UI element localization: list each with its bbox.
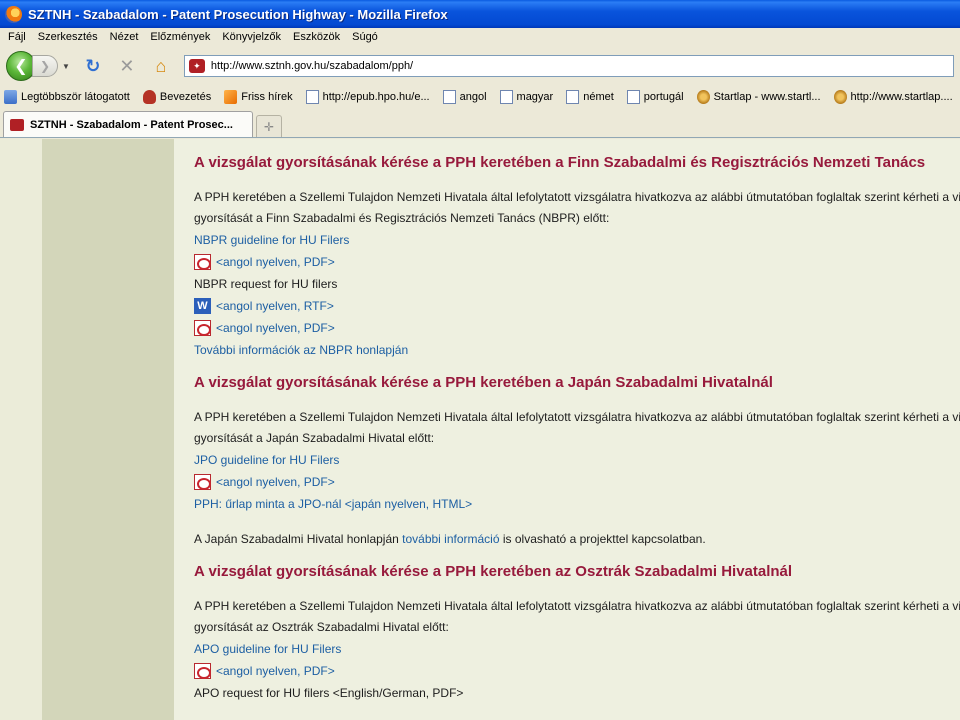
jpo-form-link[interactable]: PPH: űrlap minta a JPO-nál <japán nyelve… [194, 497, 472, 511]
bookmark-item[interactable]: Legtöbbször látogatott [0, 90, 130, 104]
main-article: A vizsgálat gyorsításának kérése a PPH k… [194, 153, 960, 704]
bookmark-item[interactable]: Startlap - www.startl... [693, 90, 821, 104]
arrow-left-icon: ❮ [14, 58, 28, 75]
navigation-toolbar: ❮ ❯ ▼ ↻ ✕ ⌂ ✦ http://www.sztnh.gov.hu/sz… [0, 46, 960, 86]
bookmark-label: magyar [516, 91, 554, 103]
stop-icon: ✕ [119, 55, 135, 76]
window-title: SZTNH - Szabadalom - Patent Prosecution … [28, 6, 448, 22]
left-sidebar-column [42, 139, 174, 720]
jpo-info-link[interactable]: további információ [402, 532, 499, 546]
page-icon [566, 90, 580, 104]
tab-label: SZTNH - Szabadalom - Patent Prosec... [30, 118, 233, 131]
reload-button[interactable]: ↻ [79, 54, 107, 78]
bookmark-item[interactable]: német [562, 90, 614, 104]
rss-icon [224, 90, 238, 104]
page-icon [442, 90, 456, 104]
bookmark-item[interactable]: Bevezetés [139, 90, 211, 104]
page-icon [626, 90, 640, 104]
bookmark-label: Legtöbbször látogatott [21, 91, 130, 103]
history-dropdown-icon[interactable]: ▼ [62, 62, 70, 71]
plus-icon: ✛ [263, 119, 275, 134]
pdf-link[interactable]: <angol nyelven, PDF> [216, 475, 335, 489]
lion-icon [696, 90, 710, 104]
bookmark-label: Friss hírek [241, 91, 293, 103]
pdf-link[interactable]: <angol nyelven, PDF> [216, 664, 335, 678]
firefox-logo-icon [5, 5, 22, 23]
pdf-link[interactable]: <angol nyelven, PDF> [216, 321, 335, 335]
pdf-icon [194, 320, 211, 336]
bookmark-label: http://www.startlap.... [850, 91, 953, 103]
pdf-icon [194, 474, 211, 490]
page-content: A vizsgálat gyorsításának kérése a PPH k… [0, 139, 960, 720]
site-favicon-icon: ✦ [188, 59, 205, 73]
forward-button[interactable]: ❯ [32, 55, 58, 77]
word-document-icon: W [194, 298, 211, 314]
paragraph-text: gyorsítását az Osztrák Szabadalmi Hivata… [194, 620, 449, 634]
bookmark-label: http://epub.hpo.hu/e... [322, 91, 430, 103]
bookmark-item[interactable]: portugál [623, 90, 684, 104]
bookmark-label: Startlap - www.startl... [713, 91, 821, 103]
bookmark-label: német [583, 91, 614, 103]
section-heading-japan: A vizsgálat gyorsításának kérése a PPH k… [194, 374, 773, 391]
menu-file[interactable]: Fájl [2, 31, 32, 43]
bookmark-item[interactable]: Friss hírek [220, 90, 293, 104]
rtf-link[interactable]: <angol nyelven, RTF> [216, 299, 334, 313]
jpo-guideline-link[interactable]: JPO guideline for HU Filers [194, 453, 339, 467]
tab-strip: SZTNH - Szabadalom - Patent Prosec... ✛ [0, 108, 960, 138]
new-tab-button[interactable]: ✛ [256, 115, 282, 137]
menu-history[interactable]: Előzmények [144, 31, 216, 43]
paragraph-text: gyorsítását a Japán Szabadalmi Hivatal e… [194, 431, 435, 445]
bookmark-label: Bevezetés [159, 91, 212, 103]
page-left-margin [0, 139, 42, 720]
menu-help[interactable]: Súgó [346, 31, 384, 43]
bookmarks-toolbar: Legtöbbször látogatott Bevezetés Friss h… [0, 86, 960, 108]
page-icon [305, 90, 319, 104]
menu-tools[interactable]: Eszközök [287, 31, 346, 43]
page-icon [499, 90, 513, 104]
section-heading-austria: A vizsgálat gyorsításának kérése a PPH k… [194, 563, 793, 580]
window-titlebar: SZTNH - Szabadalom - Patent Prosecution … [0, 0, 960, 28]
stop-button[interactable]: ✕ [113, 54, 141, 78]
pdf-link[interactable]: <angol nyelven, PDF> [216, 255, 335, 269]
menu-bookmarks[interactable]: Könyvjelzők [216, 31, 287, 43]
folder-icon [4, 90, 17, 104]
info-text: A Japán Szabadalmi Hivatal honlapján [194, 532, 403, 546]
nbpr-guideline-link[interactable]: NBPR guideline for HU Filers [194, 233, 349, 247]
red-icon [142, 90, 156, 104]
url-text: http://www.sztnh.gov.hu/szabadalom/pph/ [210, 60, 414, 72]
reload-icon: ↻ [85, 55, 101, 76]
section-heading-finn: A vizsgálat gyorsításának kérése a PPH k… [194, 154, 926, 171]
paragraph-text: gyorsítását a Finn Szabadalmi és Regiszt… [194, 211, 610, 225]
tab-active[interactable]: SZTNH - Szabadalom - Patent Prosec... [3, 111, 253, 137]
menu-view[interactable]: Nézet [104, 31, 145, 43]
info-text: is olvasható a projekttel kapcsolatban. [499, 532, 706, 546]
nbpr-more-info-link[interactable]: További információk az NBPR honlapján [194, 343, 408, 357]
bookmark-item[interactable]: http://epub.hpo.hu/e... [302, 90, 430, 104]
bookmark-label: angol [459, 91, 487, 103]
lion-icon [833, 90, 847, 104]
home-icon: ⌂ [155, 55, 167, 76]
menu-edit[interactable]: Szerkesztés [32, 31, 104, 43]
pdf-icon [194, 254, 211, 270]
paragraph-text: A PPH keretében a Szellemi Tulajdon Nemz… [194, 190, 960, 204]
bookmark-item[interactable]: http://www.startlap.... [830, 90, 953, 104]
arrow-right-icon: ❯ [39, 59, 51, 73]
menu-bar: Fájl Szerkesztés Nézet Előzmények Könyvj… [0, 28, 960, 46]
bookmark-item[interactable]: magyar [496, 90, 554, 104]
pdf-icon [194, 663, 211, 679]
bookmark-item[interactable]: angol [439, 90, 487, 104]
request-text: APO request for HU filers <English/Germa… [194, 686, 464, 700]
jpo-info-paragraph: A Japán Szabadalmi Hivatal honlapján tov… [194, 529, 960, 550]
home-button[interactable]: ⌂ [147, 54, 175, 78]
apo-guideline-link[interactable]: APO guideline for HU Filers [194, 642, 341, 656]
url-bar[interactable]: ✦ http://www.sztnh.gov.hu/szabadalom/pph… [183, 55, 954, 77]
paragraph-text: A PPH keretében a Szellemi Tulajdon Nemz… [194, 599, 960, 613]
bookmark-label: portugál [643, 91, 684, 103]
tab-favicon-icon [10, 118, 24, 131]
paragraph-text: A PPH keretében a Szellemi Tulajdon Nemz… [194, 410, 960, 424]
request-text: NBPR request for HU filers [194, 277, 338, 291]
